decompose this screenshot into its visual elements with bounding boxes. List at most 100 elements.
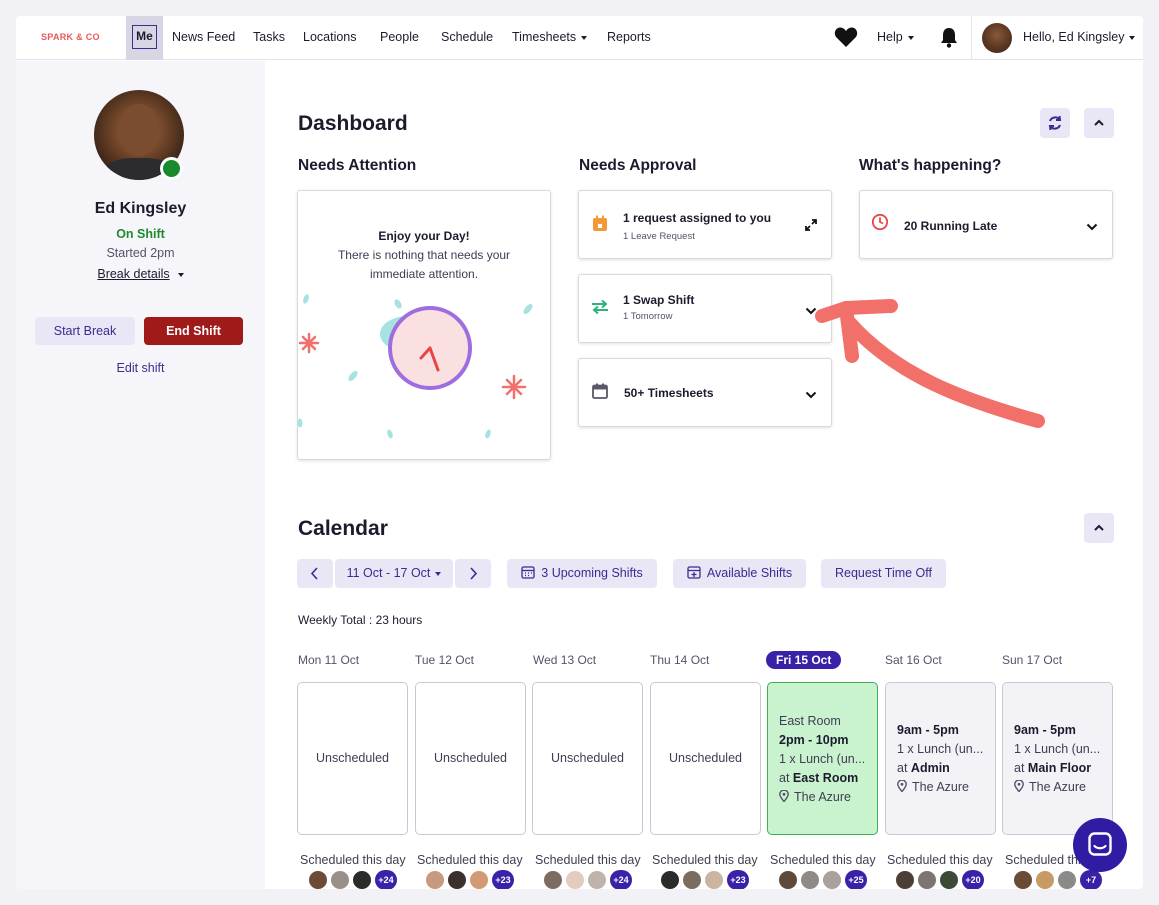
day-label: Mon 11 Oct bbox=[298, 653, 360, 667]
prev-week-button[interactable] bbox=[297, 559, 333, 588]
available-shifts-button[interactable]: Available Shifts bbox=[673, 559, 806, 588]
chat-launcher-button[interactable] bbox=[1073, 818, 1127, 872]
weekly-total: Weekly Total : 23 hours bbox=[298, 613, 423, 627]
end-shift-button[interactable]: End Shift bbox=[144, 317, 243, 345]
scheduled-label: Scheduled this day bbox=[417, 853, 523, 867]
next-week-button[interactable] bbox=[455, 559, 491, 588]
needs-approval-heading: Needs Approval bbox=[579, 157, 697, 174]
heart-icon[interactable] bbox=[834, 26, 858, 48]
running-late-label: 20 Running Late bbox=[904, 219, 998, 233]
approval-card-swap-shift[interactable]: 1 Swap Shift 1 Tomorrow bbox=[578, 274, 832, 343]
chevron-down-icon[interactable] bbox=[1086, 223, 1098, 231]
day-card-shift[interactable]: 9am - 5pm 1 x Lunch (un... at Admin The … bbox=[885, 682, 996, 835]
online-status-dot bbox=[160, 157, 183, 180]
app-window: SPARK & CO Me News Feed Tasks Locations … bbox=[16, 16, 1143, 889]
approval-card-timesheets[interactable]: 50+ Timesheets bbox=[578, 358, 832, 427]
approval-card-subtitle: 1 Tomorrow bbox=[623, 311, 673, 322]
location-pin-icon bbox=[779, 789, 789, 803]
day-card-shift[interactable]: 9am - 5pm 1 x Lunch (un... at Main Floor… bbox=[1002, 682, 1113, 835]
approval-card-title: 1 Swap Shift bbox=[623, 293, 695, 307]
avatar bbox=[425, 870, 445, 889]
scheduled-label: Scheduled this day bbox=[300, 853, 406, 867]
calendar-icon bbox=[592, 383, 608, 399]
user-avatar[interactable] bbox=[982, 23, 1012, 53]
avatar bbox=[308, 870, 328, 889]
user-menu[interactable]: Hello, Ed Kingsley bbox=[1023, 30, 1136, 44]
shift-time: 2pm - 10pm bbox=[779, 733, 849, 747]
calendar-icon bbox=[521, 566, 535, 579]
shift-location: The Azure bbox=[897, 779, 969, 794]
nav-timesheets[interactable]: Timesheets bbox=[512, 30, 588, 44]
week-range-select[interactable]: 11 Oct - 17 Oct bbox=[335, 559, 453, 588]
user-greeting: Hello, Ed Kingsley bbox=[1023, 30, 1125, 44]
scheduled-label: Scheduled this day bbox=[770, 853, 876, 867]
avatar-face bbox=[119, 104, 159, 156]
caret-down-icon bbox=[435, 571, 442, 576]
nav-reports[interactable]: Reports bbox=[607, 30, 651, 44]
shift-time: 9am - 5pm bbox=[1014, 723, 1076, 737]
expand-icon[interactable] bbox=[805, 219, 817, 231]
shift-break: 1 x Lunch (un... bbox=[897, 742, 984, 756]
nav-help[interactable]: Help bbox=[877, 30, 914, 44]
more-count-badge: +24 bbox=[375, 870, 397, 889]
day-label: Sun 17 Oct bbox=[1002, 653, 1063, 667]
avatar bbox=[330, 870, 350, 889]
day-card-status: Unscheduled bbox=[316, 751, 389, 765]
chevron-right-icon bbox=[470, 567, 478, 580]
caret-down-icon bbox=[1129, 35, 1136, 40]
nav-timesheets-label: Timesheets bbox=[512, 30, 577, 44]
avatar bbox=[778, 870, 798, 889]
nav-news-feed[interactable]: News Feed bbox=[172, 30, 235, 44]
empty-state-line2: immediate attention. bbox=[369, 267, 479, 281]
avatar bbox=[352, 870, 372, 889]
calendar-orange-icon bbox=[593, 215, 607, 231]
request-time-off-button[interactable]: Request Time Off bbox=[821, 559, 946, 588]
shift-status: On Shift bbox=[116, 227, 165, 241]
collapse-dashboard-button[interactable] bbox=[1084, 108, 1114, 138]
annotation-arrow-icon bbox=[815, 299, 1045, 428]
break-details-toggle[interactable]: Break details bbox=[16, 267, 265, 281]
day-card-unscheduled[interactable]: Unscheduled bbox=[415, 682, 526, 835]
day-card-shift-today[interactable]: East Room 2pm - 10pm 1 x Lunch (un... at… bbox=[767, 682, 878, 835]
upcoming-shifts-label: 3 Upcoming Shifts bbox=[541, 566, 643, 580]
day-label: Thu 14 Oct bbox=[650, 653, 710, 667]
day-card-unscheduled[interactable]: Unscheduled bbox=[650, 682, 761, 835]
edit-shift-link[interactable]: Edit shift bbox=[16, 361, 265, 375]
more-count-badge: +7 bbox=[1080, 870, 1102, 889]
brand-logo[interactable]: SPARK & CO bbox=[41, 32, 100, 42]
day-card-unscheduled[interactable]: Unscheduled bbox=[532, 682, 643, 835]
running-late-card[interactable]: 20 Running Late bbox=[859, 190, 1113, 259]
refresh-button[interactable] bbox=[1040, 108, 1070, 138]
shift-location: The Azure bbox=[779, 789, 851, 804]
day-label: Wed 13 Oct bbox=[533, 653, 597, 667]
nav-me-label: Me bbox=[132, 25, 157, 49]
collapse-calendar-button[interactable] bbox=[1084, 513, 1114, 543]
nav-me-tab[interactable]: Me bbox=[126, 16, 163, 60]
chevron-left-icon bbox=[310, 567, 318, 580]
bell-icon[interactable] bbox=[938, 26, 960, 48]
caret-down-icon bbox=[177, 272, 184, 277]
scheduled-label: Scheduled this day bbox=[652, 853, 758, 867]
approval-card-title: 50+ Timesheets bbox=[624, 386, 714, 400]
start-break-button[interactable]: Start Break bbox=[35, 317, 135, 345]
available-shifts-label: Available Shifts bbox=[706, 566, 793, 580]
chevron-up-icon bbox=[1094, 524, 1104, 531]
break-details-label: Break details bbox=[97, 267, 170, 281]
calendar-title: Calendar bbox=[298, 517, 388, 540]
nav-people[interactable]: People bbox=[380, 30, 419, 44]
nav-tasks[interactable]: Tasks bbox=[253, 30, 285, 44]
shift-location: The Azure bbox=[1014, 779, 1086, 794]
needs-attention-card: Enjoy your Day! There is nothing that ne… bbox=[297, 190, 551, 460]
empty-state-line1: There is nothing that needs your bbox=[337, 248, 511, 262]
upcoming-shifts-button[interactable]: 3 Upcoming Shifts bbox=[507, 559, 657, 588]
scheduled-label: Scheduled this day bbox=[887, 853, 993, 867]
nav-locations[interactable]: Locations bbox=[303, 30, 357, 44]
swap-icon bbox=[592, 300, 608, 314]
caret-down-icon bbox=[581, 35, 588, 40]
approval-card-leave-request[interactable]: 1 request assigned to you 1 Leave Reques… bbox=[578, 190, 832, 259]
day-card-unscheduled[interactable]: Unscheduled bbox=[297, 682, 408, 835]
avatar bbox=[565, 870, 585, 889]
shift-location-name: The Azure bbox=[912, 780, 969, 794]
nav-schedule[interactable]: Schedule bbox=[441, 30, 493, 44]
avatar bbox=[587, 870, 607, 889]
